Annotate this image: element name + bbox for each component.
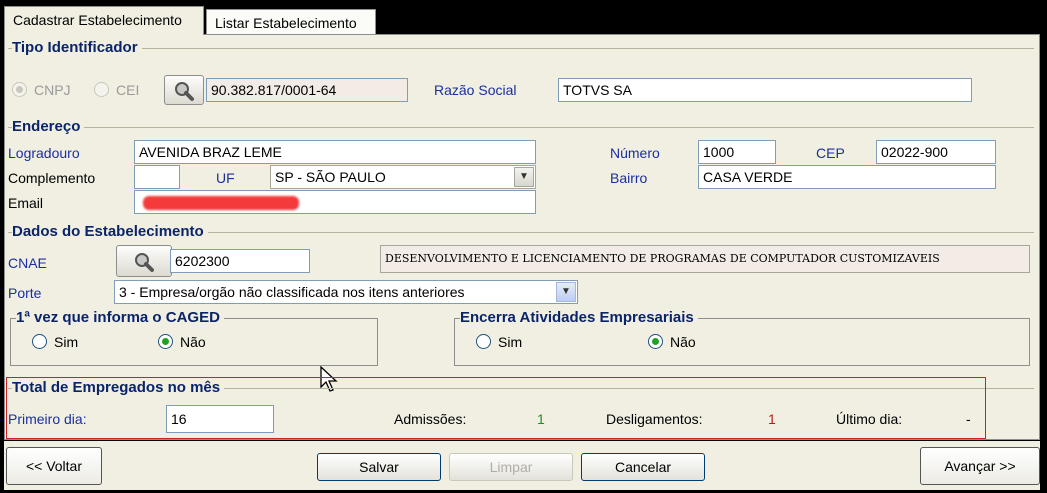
porte-label: Porte (8, 285, 42, 301)
cnae-label: CNAE (8, 255, 47, 271)
radio-encerra-nao[interactable] (648, 334, 663, 349)
logradouro-field[interactable]: AVENIDA BRAZ LEME (134, 140, 536, 164)
email-field[interactable] (134, 190, 536, 214)
radio-encerra-sim[interactable] (476, 334, 491, 349)
cei-label: CEI (116, 82, 140, 98)
encerra-nao-label: Não (670, 334, 696, 350)
search-icon (175, 82, 194, 101)
cancelar-button[interactable]: Cancelar (581, 453, 705, 481)
bairro-label: Bairro (610, 170, 648, 186)
avancar-button[interactable]: Avançar >> (920, 447, 1040, 485)
search-cnae-button[interactable] (116, 245, 172, 277)
voltar-button[interactable]: << Voltar (6, 447, 102, 485)
tab-listar[interactable]: Listar Estabelecimento (206, 9, 376, 35)
caged-title: 1ª vez que informa o CAGED (16, 309, 224, 326)
primeiro-dia-label: Primeiro dia: (8, 411, 87, 427)
logradouro-label: Logradouro (8, 145, 80, 161)
salvar-button[interactable]: Salvar (317, 453, 441, 481)
uf-label: UF (216, 170, 235, 186)
encerra-sim-label: Sim (498, 334, 523, 350)
section-title-dados: Dados do Estabelecimento (12, 223, 208, 240)
ultimo-dia-value: - (966, 411, 971, 427)
admissoes-value: 1 (537, 411, 545, 427)
radio-cnpj[interactable] (12, 82, 27, 97)
section-title-endereco: Endereço (12, 118, 85, 135)
divider (8, 127, 1034, 128)
razao-social-field[interactable]: TOTVS SA (558, 78, 972, 102)
primeiro-dia-field[interactable]: 16 (166, 405, 274, 433)
identifier-field[interactable]: 90.382.817/0001-64 (206, 78, 408, 102)
search-icon (135, 253, 154, 272)
bairro-field[interactable]: CASA VERDE (698, 165, 996, 189)
cnae-field[interactable]: 6202300 (170, 249, 310, 273)
uf-value: SP - SÃO PAULO (275, 169, 386, 185)
desligamentos-label: Desligamentos: (606, 411, 703, 427)
cep-label: CEP (816, 145, 845, 161)
search-identifier-button[interactable] (164, 75, 204, 105)
caged-sim-label: Sim (54, 334, 79, 350)
redaction-mark (143, 196, 299, 210)
chevron-down-icon[interactable]: ▼ (514, 167, 534, 187)
limpar-button[interactable]: Limpar (449, 453, 573, 481)
razao-social-label: Razão Social (434, 82, 517, 98)
divider (8, 48, 1034, 49)
encerra-title: Encerra Atividades Empresariais (460, 309, 698, 326)
numero-label: Número (610, 145, 660, 161)
total-title: Total de Empregados no mês (12, 379, 225, 396)
section-title-tipo: Tipo Identificador (12, 39, 142, 56)
radio-caged-sim[interactable] (32, 334, 47, 349)
radio-caged-nao[interactable] (158, 334, 173, 349)
cnae-description: DESENVOLVIMENTO E LICENCIAMENTO DE PROGR… (380, 245, 1030, 273)
numero-field[interactable]: 1000 (698, 140, 776, 164)
desligamentos-value: 1 (768, 411, 776, 427)
caged-nao-label: Não (180, 334, 206, 350)
ultimo-dia-label: Último dia: (836, 411, 903, 427)
tab-cadastrar[interactable]: Cadastrar Estabelecimento (4, 6, 204, 35)
uf-select[interactable]: SP - SÃO PAULO ▼ (270, 165, 536, 189)
porte-select[interactable]: 3 - Empresa/orgão não classificada nos i… (114, 280, 578, 304)
chevron-down-icon[interactable]: ▼ (556, 282, 576, 302)
radio-cei[interactable] (94, 82, 109, 97)
email-label: Email (8, 195, 44, 211)
porte-value: 3 - Empresa/orgão não classificada nos i… (119, 284, 465, 300)
cep-field[interactable]: 02022-900 (876, 140, 996, 164)
complemento-field[interactable] (134, 165, 180, 189)
complemento-label: Complemento (8, 170, 96, 186)
cnpj-label: CNPJ (34, 82, 71, 98)
admissoes-label: Admissões: (394, 411, 467, 427)
